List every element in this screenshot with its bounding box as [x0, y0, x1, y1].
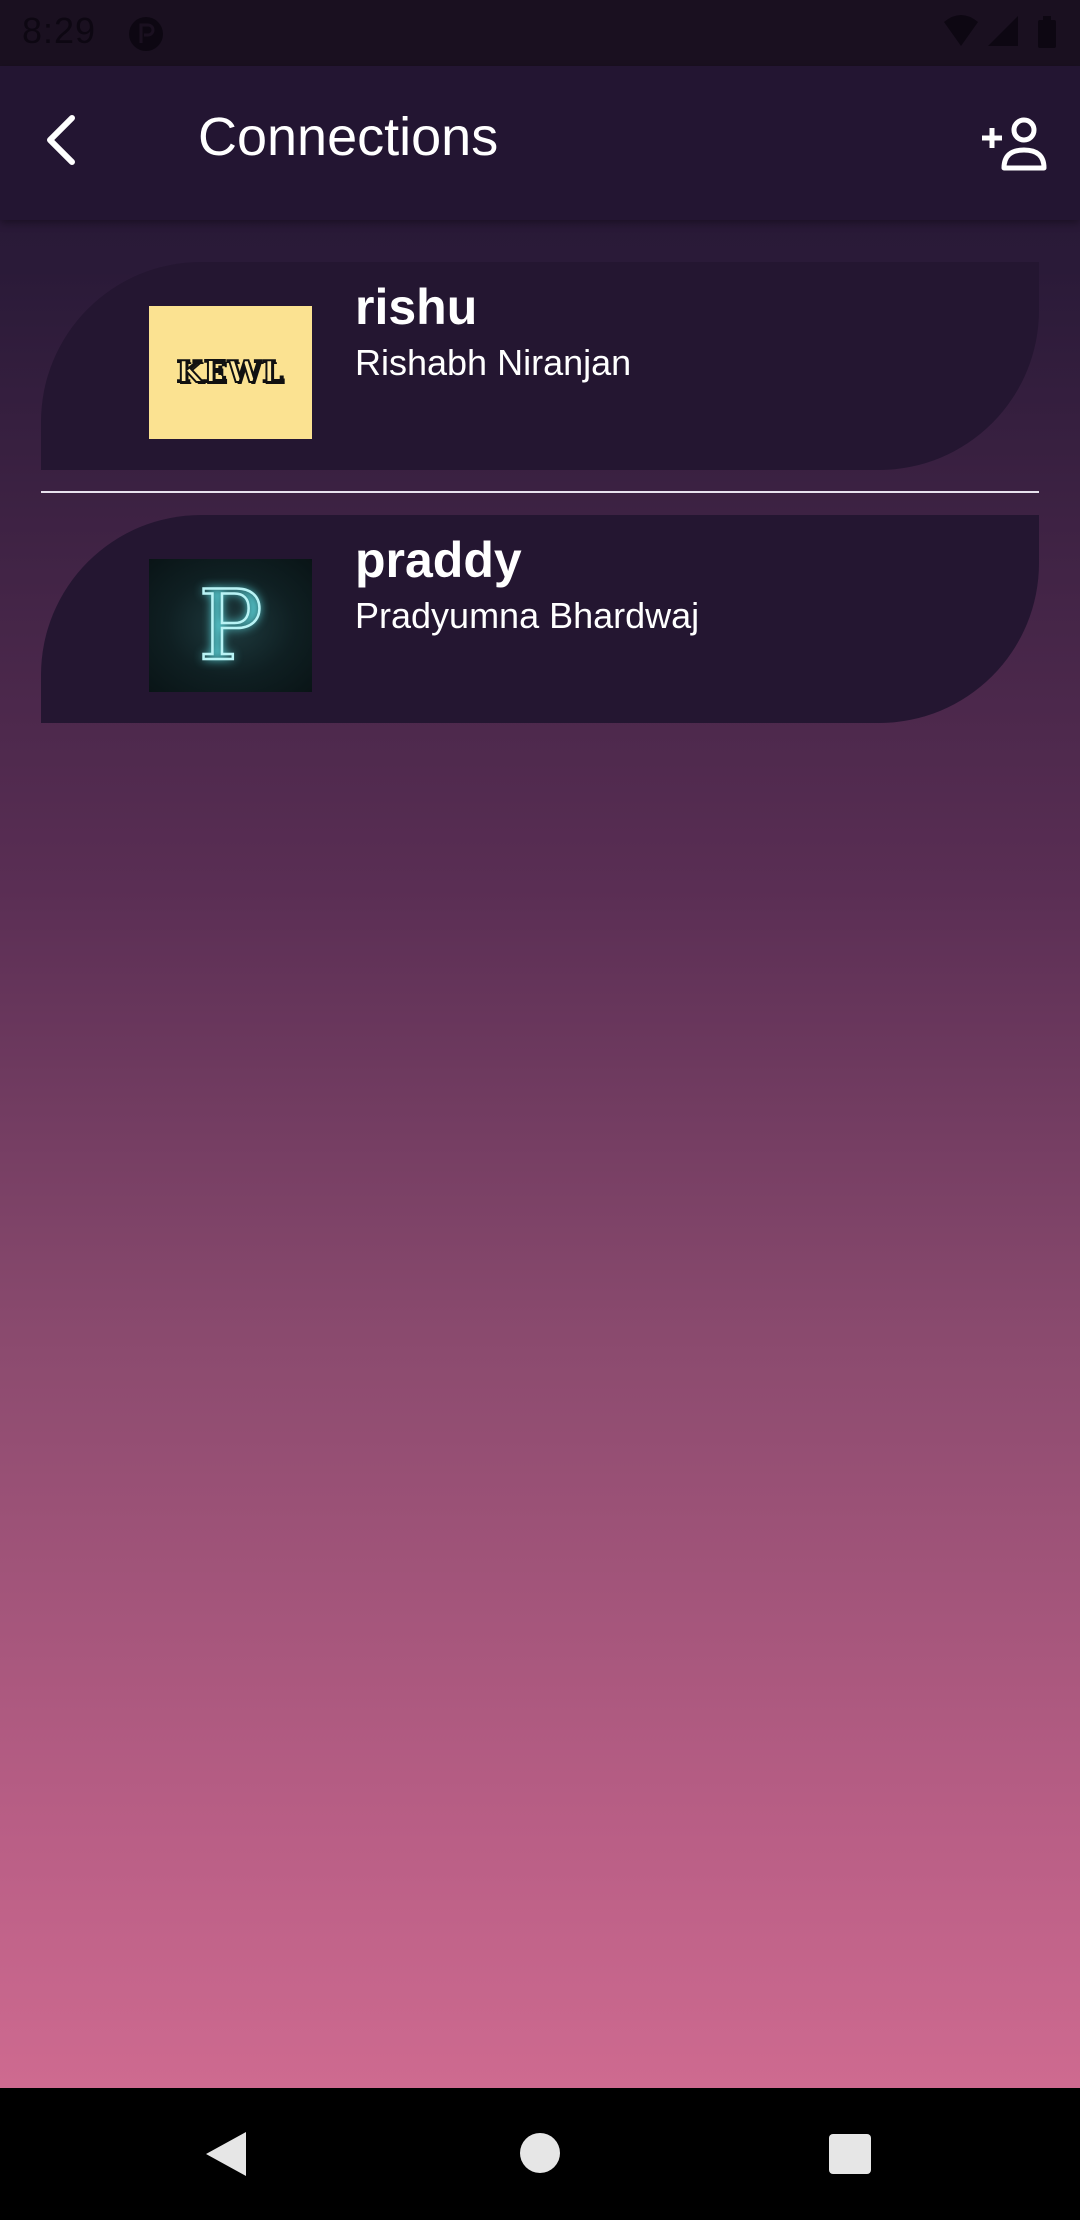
page-title: Connections	[198, 107, 499, 167]
connection-item[interactable]: P praddy Pradyumna Bhardwaj	[41, 515, 1039, 723]
status-time: 8:29	[22, 10, 97, 51]
connection-username: rishu	[355, 279, 478, 335]
avatar: KEWL	[149, 306, 312, 439]
avatar-logo-text: KEWL	[176, 354, 285, 391]
add-person-icon[interactable]	[980, 114, 1050, 174]
nav-back-icon[interactable]	[204, 2130, 248, 2178]
status-bar: 8:29	[0, 0, 1080, 66]
avatar: P	[149, 559, 312, 692]
p-app-icon	[129, 17, 163, 51]
system-nav-bar	[0, 2088, 1080, 2220]
wifi-icon	[944, 15, 978, 46]
connection-full-name: Rishabh Niranjan	[355, 342, 632, 383]
app-bar: Connections	[0, 66, 1080, 220]
battery-icon	[1038, 16, 1056, 48]
connection-item[interactable]: KEWL rishu Rishabh Niranjan	[41, 262, 1039, 470]
cell-signal-icon	[988, 16, 1018, 46]
chevron-left-icon[interactable]	[32, 108, 96, 172]
avatar-letter: P	[197, 569, 264, 682]
nav-home-icon[interactable]	[520, 2133, 560, 2173]
nav-recents-icon[interactable]	[829, 2134, 871, 2174]
status-icons	[944, 15, 1056, 48]
divider	[41, 491, 1039, 493]
connection-full-name: Pradyumna Bhardwaj	[355, 595, 700, 636]
connection-username: praddy	[355, 532, 522, 588]
